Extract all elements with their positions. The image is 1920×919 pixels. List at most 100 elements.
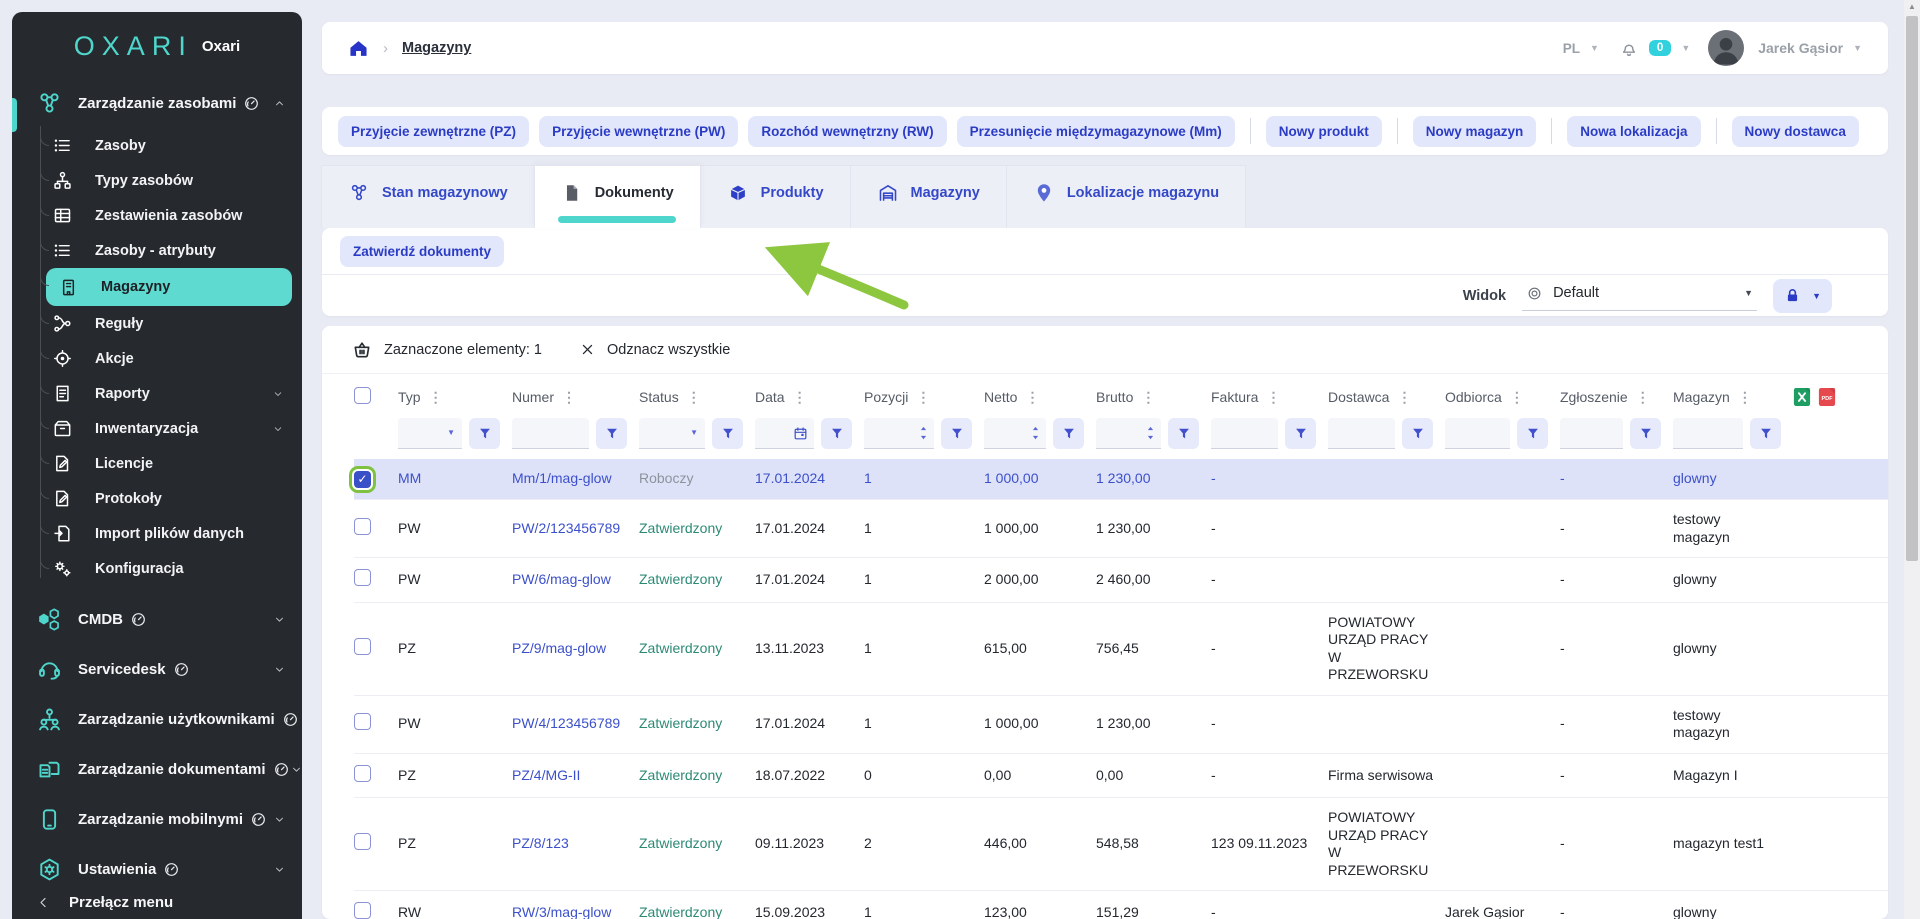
row-checkbox[interactable]: ✓: [354, 471, 371, 488]
spinner-icon[interactable]: [918, 423, 929, 443]
filter-field-brutto[interactable]: [1101, 418, 1145, 448]
filter-field-zgloszenie[interactable]: [1565, 418, 1618, 448]
filter-input-odbiorca[interactable]: [1445, 418, 1510, 449]
user-name[interactable]: Jarek Gąsior: [1758, 40, 1843, 56]
nowa-lokalizacja-button[interactable]: Nowa lokalizacja: [1567, 116, 1700, 147]
document-number-link[interactable]: PW/4/123456789: [512, 715, 620, 731]
deselect-all-button[interactable]: Odznacz wszystkie: [580, 342, 730, 358]
filter-input-zgloszenie[interactable]: [1560, 418, 1623, 449]
row-checkbox[interactable]: [354, 638, 371, 655]
filter-input-pozycji[interactable]: [864, 418, 934, 449]
filter-input-data[interactable]: [755, 418, 814, 449]
filter-field-odbiorca[interactable]: [1450, 418, 1505, 448]
row-checkbox[interactable]: [354, 765, 371, 782]
sidebar-section-ustawienia[interactable]: Ustawienia: [12, 844, 302, 894]
document-number-link[interactable]: PZ/4/MG-II: [512, 767, 580, 783]
filter-field-status[interactable]: [644, 418, 688, 448]
nowy-dostawca-button[interactable]: Nowy dostawca: [1732, 116, 1859, 147]
breadcrumb-current[interactable]: Magazyny: [402, 40, 471, 56]
tab-lokalizacje-magazynu[interactable]: Lokalizacje magazynu: [1006, 165, 1246, 228]
document-number-link[interactable]: Mm/1/mag-glow: [512, 470, 612, 486]
filter-button-netto[interactable]: [1053, 418, 1084, 449]
avatar[interactable]: [1708, 30, 1744, 66]
scrollbar-thumb[interactable]: [1906, 16, 1918, 561]
home-icon[interactable]: [348, 38, 369, 59]
sidebar-item-zestawienia-zasobow[interactable]: Zestawienia zasobów: [12, 198, 302, 233]
filter-button-typ[interactable]: [469, 418, 500, 449]
lock-view-button[interactable]: ▼: [1773, 279, 1832, 313]
table-row[interactable]: PZPZ/4/MG-IIZatwierdzony18.07.202200,000…: [354, 753, 1888, 798]
language-selector[interactable]: PL: [1563, 41, 1580, 56]
nowy-magazyn-button[interactable]: Nowy magazyn: [1413, 116, 1537, 147]
column-menu-icon[interactable]: ⋮: [1738, 389, 1753, 406]
sidebar-section-zarzadzanie-uzytkownikami[interactable]: Zarządzanie użytkownikami: [12, 694, 302, 744]
column-menu-icon[interactable]: ⋮: [1510, 389, 1525, 406]
filter-button-magazyn[interactable]: [1750, 418, 1781, 449]
spinner-icon[interactable]: [1030, 423, 1041, 443]
sidebar-item-inwentaryzacja[interactable]: Inwentaryzacja: [12, 411, 302, 446]
filter-input-dostawca[interactable]: [1328, 418, 1395, 449]
filter-input-status[interactable]: ▼: [639, 418, 705, 449]
notifications-caret-icon[interactable]: ▼: [1681, 43, 1690, 53]
excel-icon[interactable]: [1793, 387, 1811, 407]
row-checkbox[interactable]: [354, 902, 371, 919]
column-menu-icon[interactable]: ⋮: [916, 389, 931, 406]
tab-stan-magazynowy[interactable]: Stan magazynowy: [321, 165, 535, 228]
filter-button-faktura[interactable]: [1285, 418, 1316, 449]
row-checkbox[interactable]: [354, 569, 371, 586]
table-row[interactable]: PWPW/2/123456789Zatwierdzony17.01.202411…: [354, 500, 1888, 558]
sidebar-item-zasoby[interactable]: Zasoby: [12, 128, 302, 163]
approve-documents-button[interactable]: Zatwierdź dokumenty: [340, 236, 504, 267]
row-checkbox[interactable]: [354, 518, 371, 535]
filter-field-typ[interactable]: [403, 418, 445, 448]
tab-dokumenty[interactable]: Dokumenty: [534, 165, 701, 228]
table-row[interactable]: PZPZ/8/123Zatwierdzony09.11.20232446,005…: [354, 798, 1888, 891]
sidebar-section-zarzadzanie-dokumentami[interactable]: Zarządzanie dokumentami: [12, 744, 302, 794]
przyjecie-zewnetrzne-pz-button[interactable]: Przyjęcie zewnętrzne (PZ): [338, 116, 529, 147]
filter-input-numer[interactable]: [512, 418, 589, 449]
column-menu-icon[interactable]: ⋮: [429, 389, 444, 406]
filter-field-numer[interactable]: [517, 418, 584, 448]
column-menu-icon[interactable]: ⋮: [687, 389, 702, 406]
vertical-scrollbar[interactable]: ▲: [1904, 0, 1920, 919]
filter-button-brutto[interactable]: [1168, 418, 1199, 449]
sidebar-item-licencje[interactable]: Licencje: [12, 446, 302, 481]
document-number-link[interactable]: PW/6/mag-glow: [512, 571, 611, 587]
dropdown-caret-icon[interactable]: ▼: [445, 428, 457, 438]
column-menu-icon[interactable]: ⋮: [1266, 389, 1281, 406]
filter-field-netto[interactable]: [989, 418, 1030, 448]
column-menu-icon[interactable]: ⋮: [1636, 389, 1651, 406]
filter-button-numer[interactable]: [596, 418, 627, 449]
sidebar-section-servicedesk[interactable]: Servicedesk: [12, 644, 302, 694]
table-row[interactable]: RWRW/3/mag-glowZatwierdzony15.09.2023112…: [354, 891, 1888, 919]
calendar-icon[interactable]: [792, 425, 809, 442]
filter-button-status[interactable]: [712, 418, 743, 449]
document-number-link[interactable]: PZ/9/mag-glow: [512, 640, 606, 656]
filter-field-faktura[interactable]: [1216, 418, 1273, 448]
sidebar-section-zarzadzanie-mobilnymi[interactable]: Zarządzanie mobilnymi: [12, 794, 302, 844]
document-number-link[interactable]: PW/2/123456789: [512, 520, 620, 536]
filter-input-faktura[interactable]: [1211, 418, 1278, 449]
nowy-produkt-button[interactable]: Nowy produkt: [1266, 116, 1382, 147]
user-menu-caret-icon[interactable]: ▼: [1853, 43, 1862, 53]
filter-input-magazyn[interactable]: [1673, 418, 1743, 449]
row-checkbox[interactable]: [354, 713, 371, 730]
filter-field-dostawca[interactable]: [1333, 418, 1390, 448]
filter-input-brutto[interactable]: [1096, 418, 1161, 449]
view-select[interactable]: Default ▼: [1522, 281, 1757, 311]
sidebar-item-reguly[interactable]: Reguły: [12, 306, 302, 341]
filter-button-odbiorca[interactable]: [1517, 418, 1548, 449]
filter-field-magazyn[interactable]: [1678, 418, 1738, 448]
sidebar-section-cmdb[interactable]: CMDB: [12, 594, 302, 644]
toggle-menu-button[interactable]: Przełącz menu: [36, 894, 173, 911]
sidebar-item-protokoly[interactable]: Protokoły: [12, 481, 302, 516]
filter-input-netto[interactable]: [984, 418, 1046, 449]
table-row[interactable]: PWPW/4/123456789Zatwierdzony17.01.202411…: [354, 695, 1888, 753]
sidebar-item-raporty[interactable]: Raporty: [12, 376, 302, 411]
filter-field-data[interactable]: [760, 418, 792, 448]
sidebar-item-import-plikow-danych[interactable]: Import plików danych: [12, 516, 302, 551]
document-number-link[interactable]: RW/3/mag-glow: [512, 904, 611, 919]
sidebar-item-zasoby-atrybuty[interactable]: Zasoby - atrybuty: [12, 233, 302, 268]
filter-button-zgloszenie[interactable]: [1630, 418, 1661, 449]
table-row[interactable]: ✓MMMm/1/mag-glowRoboczy17.01.202411 000,…: [354, 459, 1888, 500]
